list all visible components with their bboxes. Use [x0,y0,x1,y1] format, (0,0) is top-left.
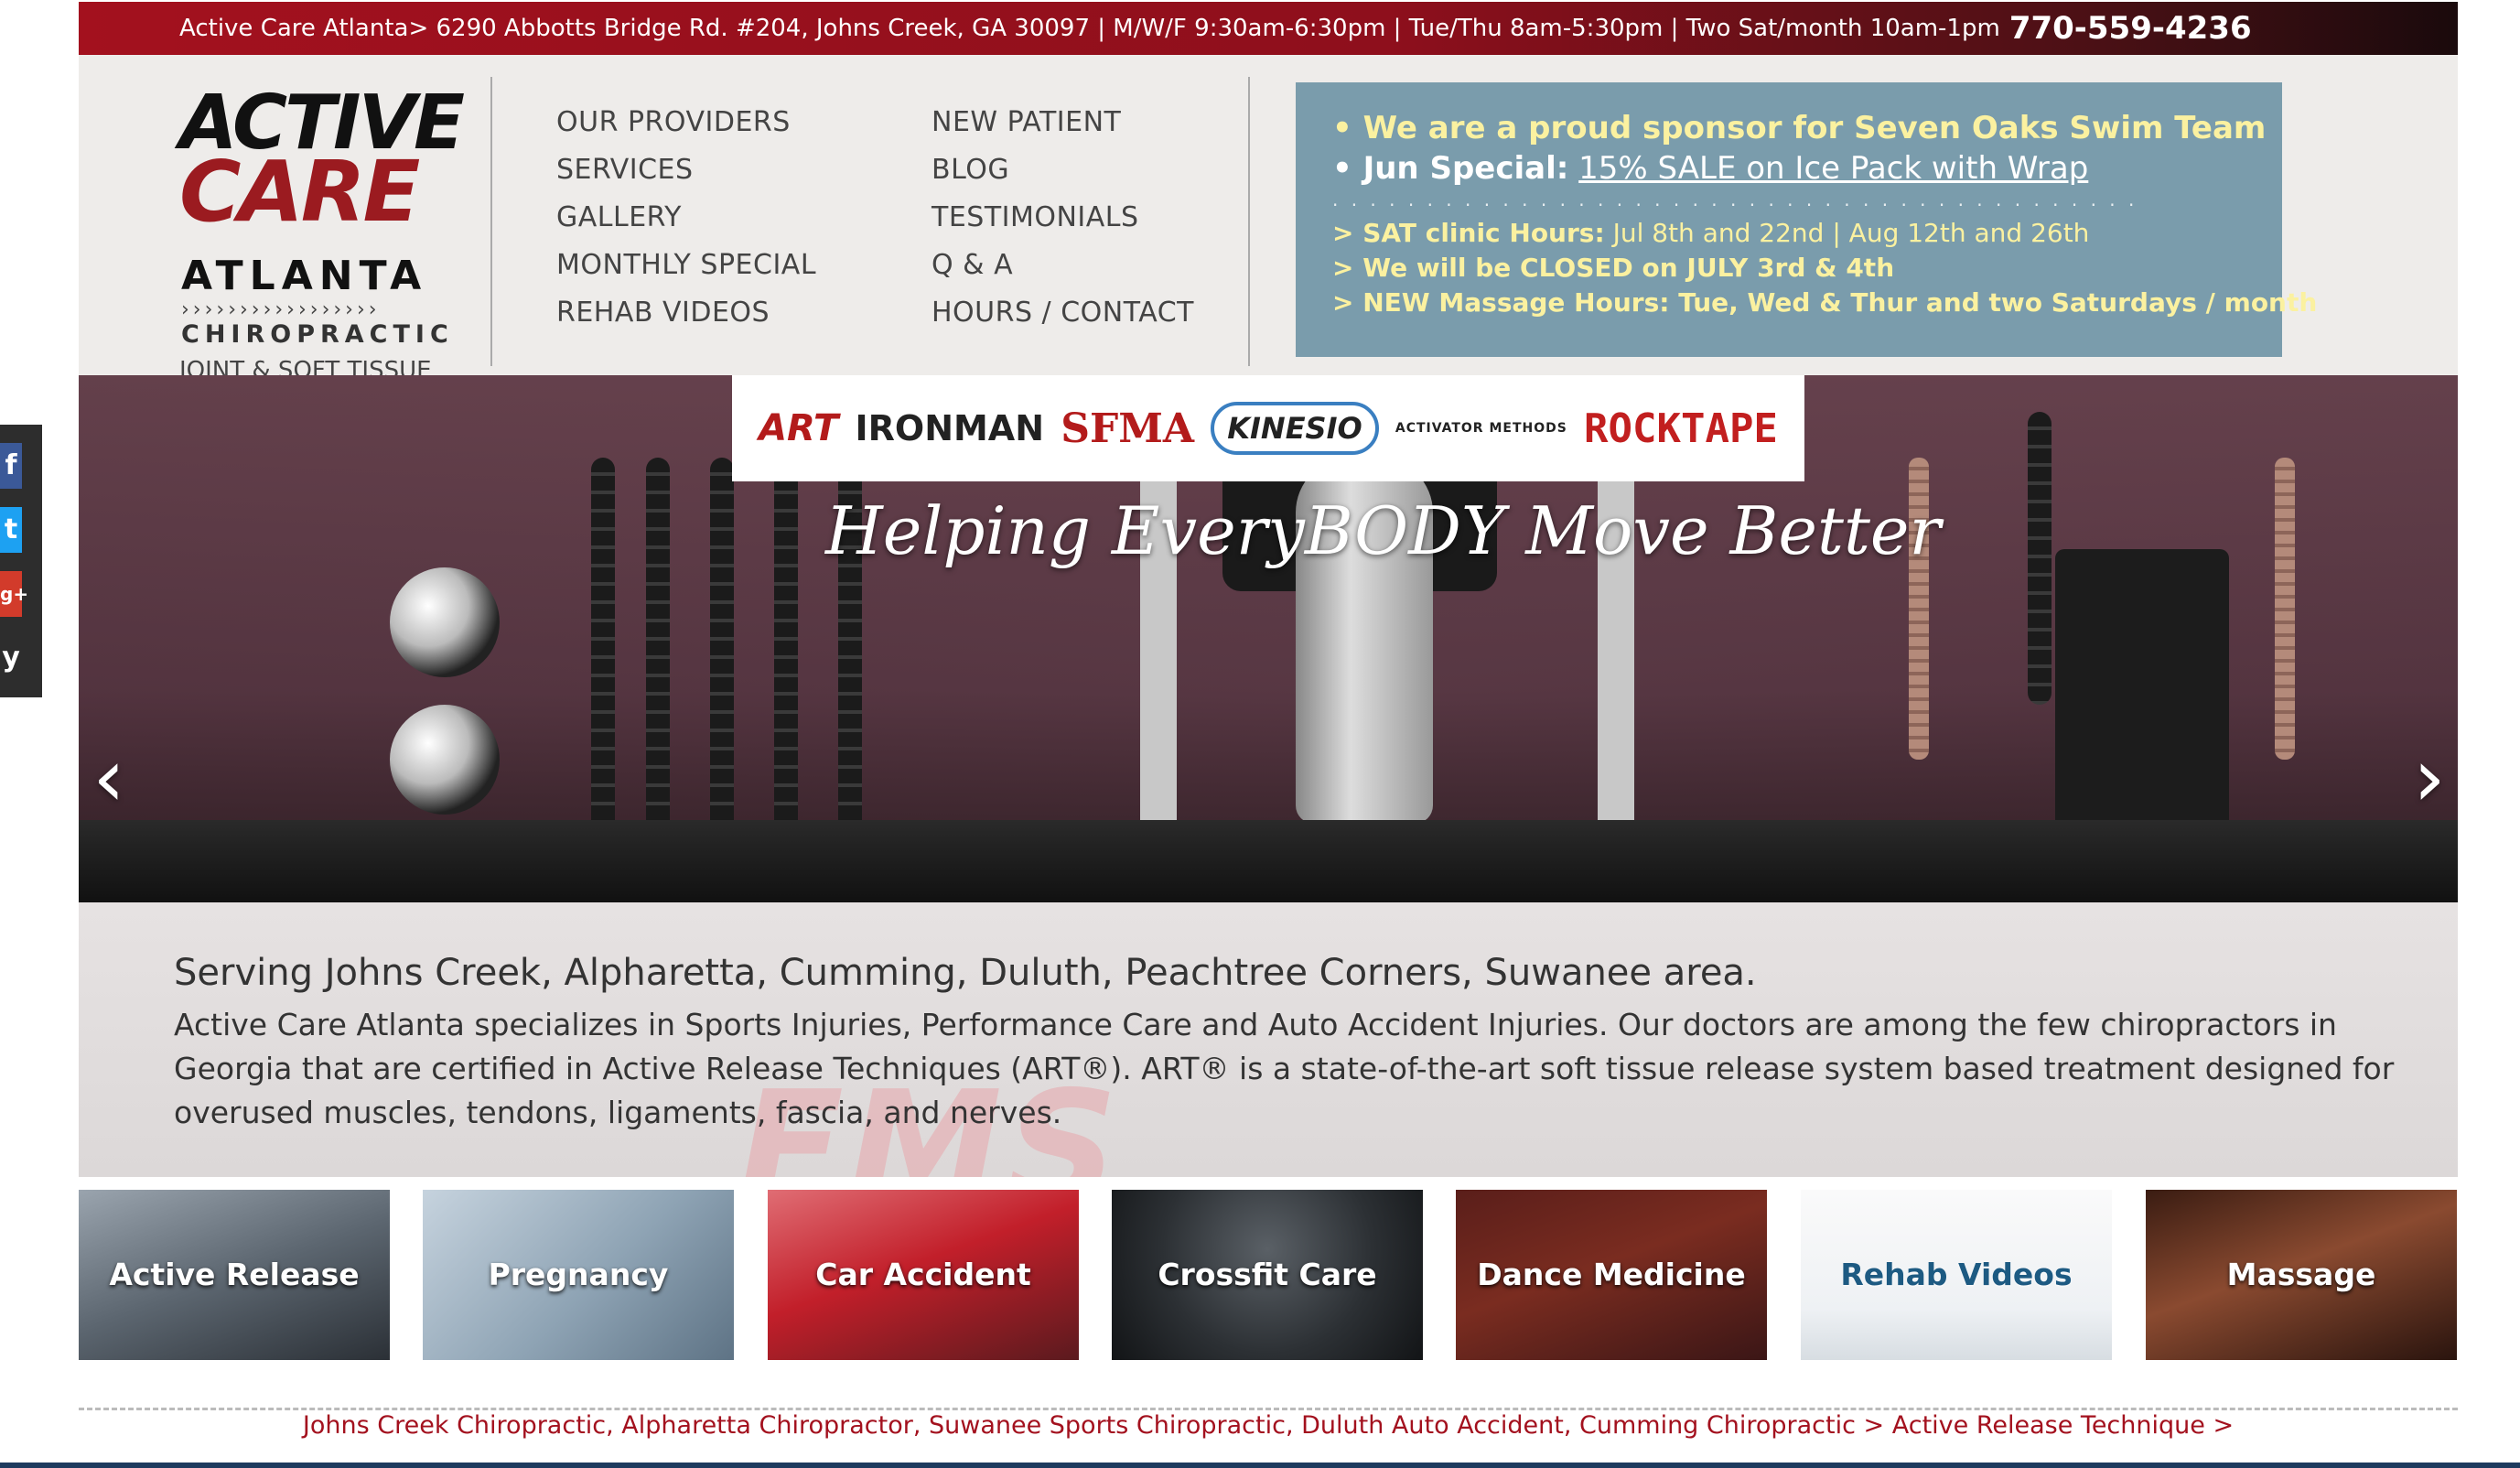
tile-label: Dance Medicine [1477,1257,1746,1292]
yelp-icon[interactable]: y [0,635,22,681]
battle-rope [710,458,734,842]
tile-rehab-videos[interactable]: Rehab Videos [1801,1190,2112,1360]
saturday-hours-line: > SAT clinic Hours: Jul 8th and 22nd | A… [1332,216,2245,251]
tile-dance-medicine[interactable]: Dance Medicine [1456,1190,1767,1360]
battle-rope [646,458,670,842]
logo-word-chiropractic: CHIROPRACTIC [181,320,454,349]
activator-methods-logo: ACTIVATOR METHODS [1395,421,1567,436]
sfma-logo: SFMA [1061,405,1195,452]
logo-chevrons: ››››››››››››››››› [181,298,381,321]
nav-blog[interactable]: BLOG [932,146,1194,194]
battle-rope [591,458,615,842]
slide-prev-arrow-icon[interactable]: ‹ [84,738,134,818]
nav-monthly-special[interactable]: MONTHLY SPECIAL [556,242,816,289]
hero-floor [79,820,2458,902]
tile-label: Pregnancy [488,1257,669,1292]
dotted-separator: . . . . . . . . . . . . . . . . . . . . … [1332,189,2138,210]
slide-next-arrow-icon[interactable]: › [2405,738,2454,818]
logo-word-care: CARE [179,143,420,241]
nav-hours-contact[interactable]: HOURS / CONTACT [932,289,1194,337]
nav-q-and-a[interactable]: Q & A [932,242,1194,289]
tile-massage[interactable]: Massage [2146,1190,2457,1360]
nav-column-1: OUR PROVIDERS SERVICES GALLERY MONTHLY S… [556,99,816,337]
address-hours-text: Active Care Atlanta> 6290 Abbotts Bridge… [179,15,2000,42]
partner-logos-strip: ART IRONMAN SFMA KINESIO ACTIVATOR METHO… [732,375,1804,481]
tile-label: Massage [2226,1257,2376,1292]
service-area-heading: Serving Johns Creek, Alpharetta, Cumming… [174,952,1757,994]
medicine-ball [390,705,500,815]
nav-our-providers[interactable]: OUR PROVIDERS [556,99,816,146]
tile-label: Car Accident [815,1257,1031,1292]
kinesio-logo: KINESIO [1211,402,1379,455]
resistance-band [2275,458,2295,760]
tile-crossfit-care[interactable]: Crossfit Care [1112,1190,1423,1360]
medicine-ball [390,567,500,677]
ironman-logo: IRONMAN [855,408,1045,448]
massage-hours-notice: > NEW Massage Hours: Tue, Wed & Thur and… [1332,287,2318,318]
nav-new-patient[interactable]: NEW PATIENT [932,99,1194,146]
intro-section: EMS Serving Johns Creek, Alpharetta, Cum… [79,902,2458,1177]
nav-testimonials[interactable]: TESTIMONIALS [932,194,1194,242]
sponsor-announcement: • We are a proud sponsor for Seven Oaks … [1332,110,2267,146]
nav-divider-left [490,77,492,366]
rocktape-logo: ROCKTAPE [1584,405,1778,452]
saturday-hours-label: > SAT clinic Hours: [1332,218,1605,248]
tile-active-release[interactable]: Active Release [79,1190,390,1360]
tile-label: Rehab Videos [1840,1257,2073,1292]
top-info-bar: Active Care Atlanta> 6290 Abbotts Bridge… [79,2,2458,55]
saturday-hours-dates: Jul 8th and 22nd | Aug 12th and 26th [1612,218,2090,248]
tile-label: Crossfit Care [1158,1257,1377,1292]
phone-number[interactable]: 770-559-4236 [2009,10,2252,47]
art-logo: ART [759,407,839,449]
nav-gallery[interactable]: GALLERY [556,194,816,242]
nav-column-2: NEW PATIENT BLOG TESTIMONIALS Q & A HOUR… [932,99,1194,337]
battle-rope [774,458,798,842]
site-logo[interactable]: ACTIVE CARE ATLANTA ››››››››››››››››› CH… [179,86,465,385]
nav-rehab-videos[interactable]: REHAB VIDEOS [556,289,816,337]
facebook-icon[interactable]: f [0,443,22,489]
google-plus-icon[interactable]: g+ [0,571,28,617]
weight-plates [2055,549,2229,851]
announcement-box: • We are a proud sponsor for Seven Oaks … [1296,82,2318,357]
tile-pregnancy[interactable]: Pregnancy [423,1190,734,1360]
intro-paragraph: Active Care Atlanta specializes in Sport… [174,1007,2395,1130]
social-sidebar: f t g+ y [0,425,42,697]
tile-car-accident[interactable]: Car Accident [768,1190,1079,1360]
site-header: ACTIVE CARE ATLANTA ››››››››››››››››› CH… [79,55,2458,385]
battle-rope [2028,412,2052,705]
footer-links[interactable]: Johns Creek Chiropractic, Alpharetta Chi… [303,1411,2234,1440]
logo-word-atlanta: ATLANTA [181,253,428,299]
footer-keyword-links: Johns Creek Chiropractic, Alpharetta Chi… [79,1409,2458,1442]
closed-notice: > We will be CLOSED on JULY 3rd & 4th [1332,253,1895,283]
hero-tagline: Helping EveryBODY Move Better [825,492,1941,569]
tile-label: Active Release [109,1257,360,1292]
nav-divider-right [1248,77,1250,366]
twitter-icon[interactable]: t [0,507,22,553]
special-link[interactable]: 15% SALE on Ice Pack with Wrap [1578,150,2088,187]
monthly-special-line: • Jun Special: 15% SALE on Ice Pack with… [1332,148,2245,189]
bottom-edge-bar [0,1463,2520,1468]
special-label: • Jun Special: [1332,150,1569,187]
nav-services[interactable]: SERVICES [556,146,816,194]
